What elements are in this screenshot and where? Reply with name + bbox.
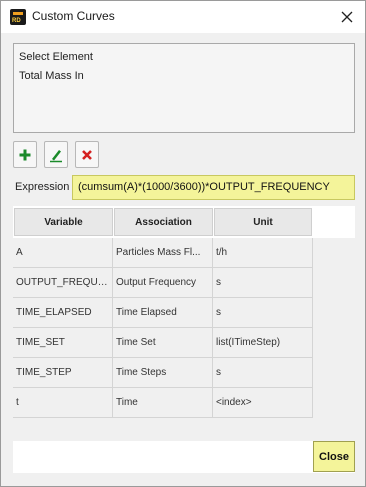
cell-unit: s [213, 298, 313, 328]
plus-icon [19, 149, 31, 160]
title-bar: RD Custom Curves [1, 1, 365, 33]
cell-association: Time Set [113, 328, 213, 358]
table-row[interactable]: TIME_ELAPSED Time Elapsed s [13, 298, 313, 328]
cell-unit: <index> [213, 388, 313, 418]
custom-curves-dialog: RD Custom Curves Select Element Total Ma… [0, 0, 366, 487]
table-row[interactable]: TIME_SET Time Set list(ITimeStep) [13, 328, 313, 358]
table-row[interactable]: OUTPUT_FREQUE... Output Frequency s [13, 268, 313, 298]
close-button[interactable]: Close [313, 441, 355, 472]
column-header-association[interactable]: Association [114, 208, 213, 236]
cell-variable: OUTPUT_FREQUE... [13, 268, 113, 298]
cell-unit: s [213, 268, 313, 298]
window-close-button[interactable] [333, 3, 361, 31]
cell-unit: s [213, 358, 313, 388]
delete-x-icon [82, 149, 92, 160]
delete-curve-button[interactable] [75, 141, 99, 168]
cell-variable: TIME_STEP [13, 358, 113, 388]
cell-association: Time Steps [113, 358, 213, 388]
close-icon [341, 11, 353, 23]
column-header-variable[interactable]: Variable [14, 208, 113, 236]
variables-table: Variable Association Unit A Particles Ma… [13, 206, 355, 419]
table-row[interactable]: TIME_STEP Time Steps s [13, 358, 313, 388]
column-header-unit[interactable]: Unit [214, 208, 312, 236]
cell-unit: t/h [213, 238, 313, 268]
cell-variable: TIME_ELAPSED [13, 298, 113, 328]
cell-unit: list(ITimeStep) [213, 328, 313, 358]
cell-variable: A [13, 238, 113, 268]
table-header: Variable Association Unit [13, 206, 355, 238]
cell-association: Output Frequency [113, 268, 213, 298]
list-item-total-mass-in[interactable]: Total Mass In [19, 67, 349, 86]
app-logo-icon: RD [10, 9, 26, 25]
pencil-icon [50, 149, 62, 162]
expression-label: Expression [15, 181, 70, 193]
edit-curve-button[interactable] [44, 141, 68, 168]
cell-association: Time Elapsed [113, 298, 213, 328]
cell-variable: TIME_SET [13, 328, 113, 358]
table-row[interactable]: t Time <index> [13, 388, 313, 418]
window-title: Custom Curves [32, 9, 115, 23]
element-list[interactable]: Select Element Total Mass In [13, 43, 355, 133]
cell-variable: t [13, 388, 113, 418]
add-curve-button[interactable] [13, 141, 37, 168]
footer-bar [13, 441, 355, 473]
table-row[interactable]: A Particles Mass Fl... t/h [13, 238, 313, 268]
list-item-select-element[interactable]: Select Element [19, 48, 349, 67]
expression-input[interactable]: (cumsum(A)*(1000/3600))*OUTPUT_FREQUENCY [72, 175, 355, 200]
cell-association: Particles Mass Fl... [113, 238, 213, 268]
cell-association: Time [113, 388, 213, 418]
